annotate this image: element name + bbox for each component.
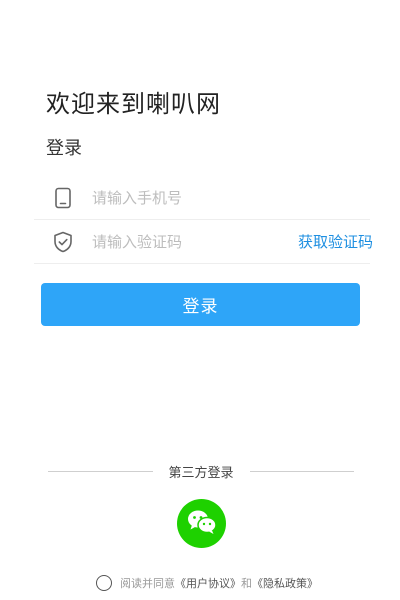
wechat-icon xyxy=(186,508,218,540)
agree-radio[interactable] xyxy=(96,575,112,591)
phone-input[interactable] xyxy=(92,176,370,219)
wechat-login-button[interactable] xyxy=(177,499,226,548)
welcome-title: 欢迎来到喇叭网 xyxy=(46,90,221,118)
agreement-prefix: 阅读并同意 xyxy=(120,577,175,590)
agreement-row: 阅读并同意 《用户协议》 和 《隐私政策》 xyxy=(96,575,318,591)
agreement-and: 和 xyxy=(241,577,252,590)
privacy-policy-link[interactable]: 《隐私政策》 xyxy=(252,575,318,591)
code-field-row: 获取验证码 xyxy=(34,220,373,264)
login-page: 欢迎来到喇叭网 登录 获取验证码 登录 第三方登录 xyxy=(0,0,400,600)
code-input[interactable] xyxy=(92,220,286,263)
shield-check-icon xyxy=(52,231,74,253)
phone-icon xyxy=(52,187,74,209)
phone-field-row xyxy=(34,176,370,220)
user-agreement-link[interactable]: 《用户协议》 xyxy=(175,575,241,591)
divider-line-right xyxy=(249,471,355,472)
get-code-button[interactable]: 获取验证码 xyxy=(298,231,373,252)
third-party-label: 第三方登录 xyxy=(168,466,234,481)
third-party-divider: 第三方登录 xyxy=(48,462,355,481)
login-subtitle: 登录 xyxy=(46,138,82,159)
divider-line-left xyxy=(48,471,153,472)
login-button[interactable]: 登录 xyxy=(41,283,360,326)
